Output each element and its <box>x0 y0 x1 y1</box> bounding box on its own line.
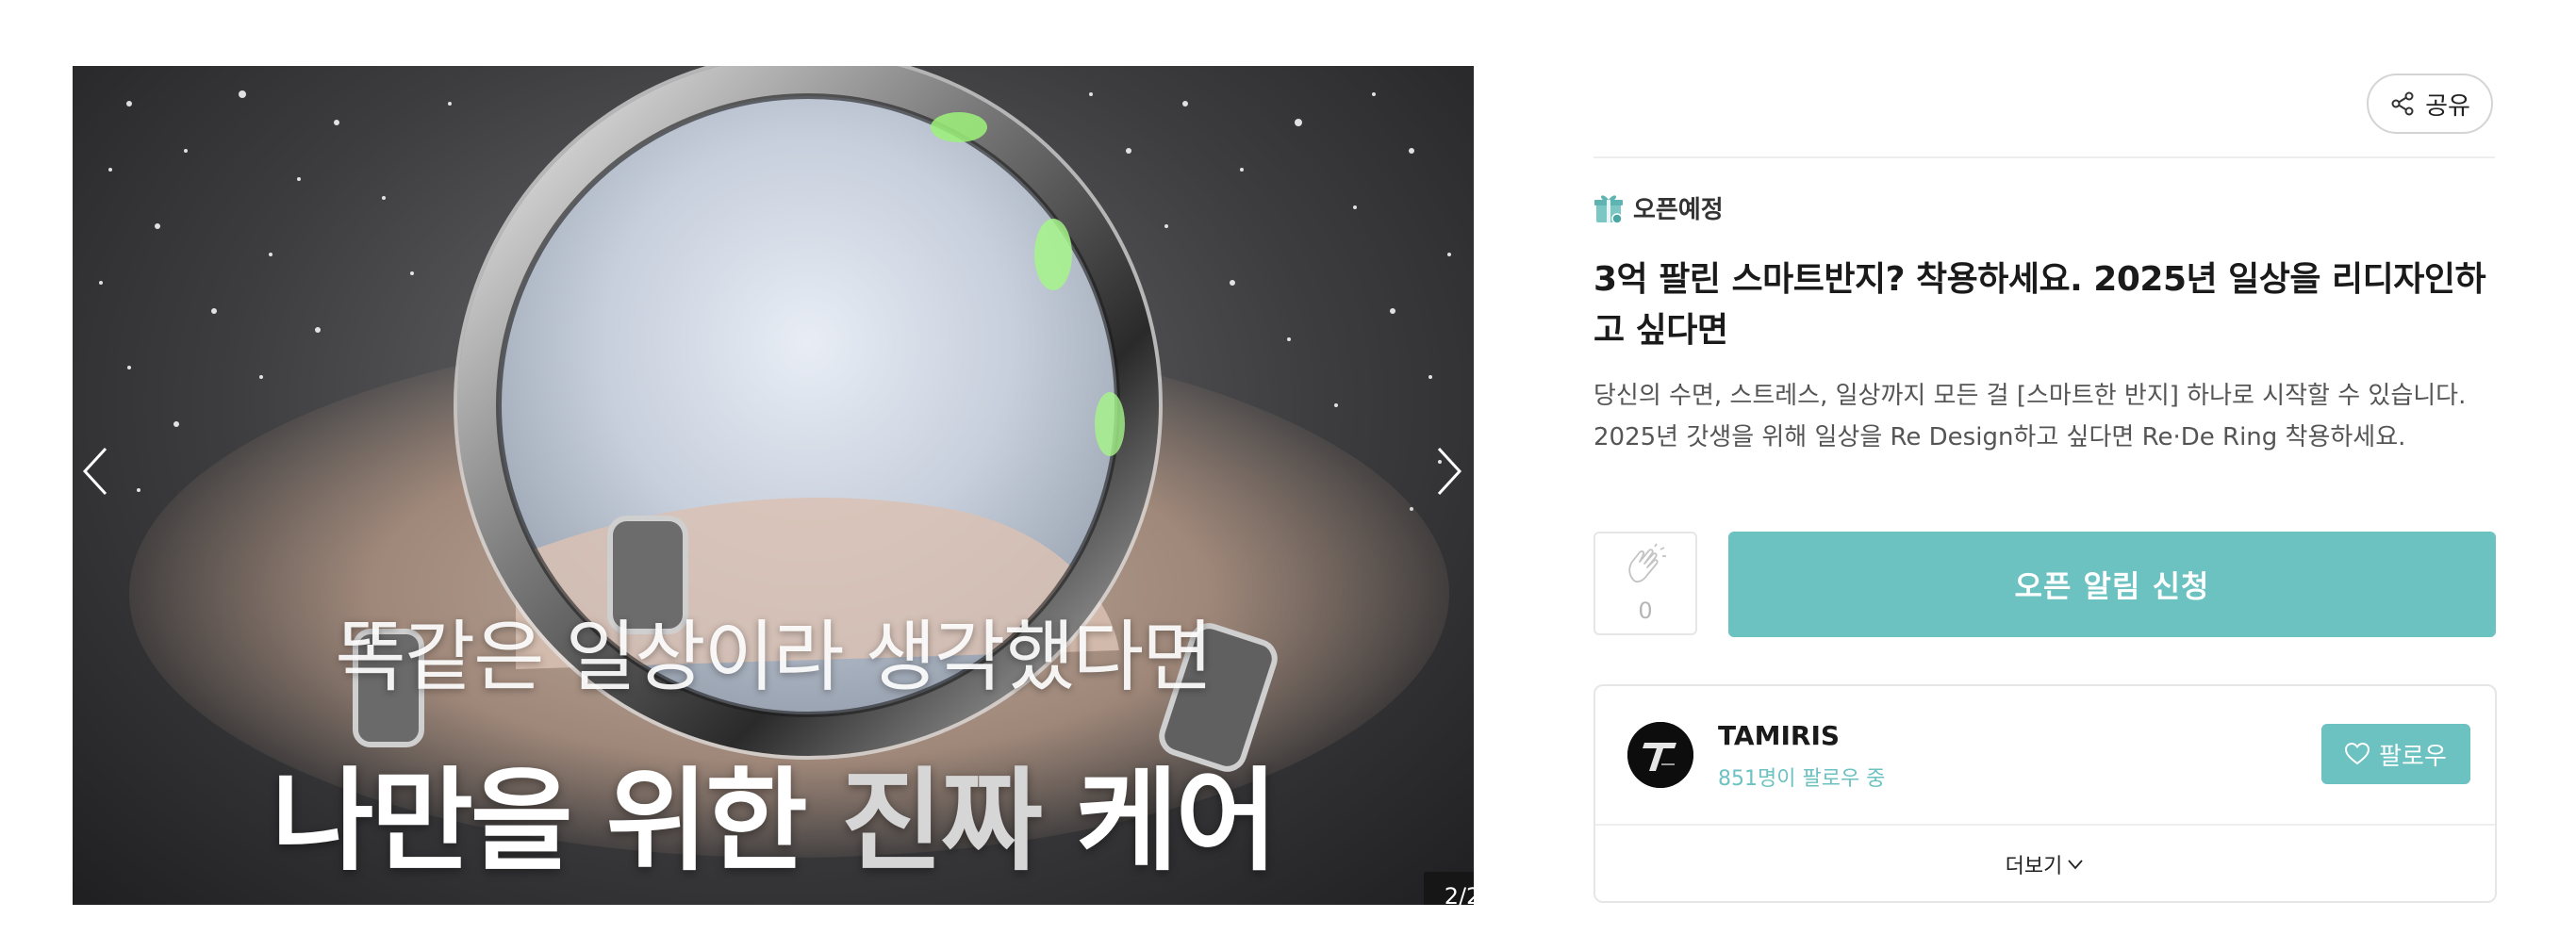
share-icon <box>2391 91 2414 116</box>
next-slide-button[interactable] <box>1429 443 1467 500</box>
caption-line-2-highlight: 진짜 <box>840 756 1043 886</box>
header-divider <box>1593 156 2495 158</box>
creator-logo-icon <box>1627 722 1693 788</box>
heart-icon <box>2345 743 2370 765</box>
creator-avatar[interactable] <box>1627 722 1693 788</box>
product-image-carousel[interactable]: 똑같은 일상이라 생각했다면 나만을 위한 진짜 케어 2/2 <box>73 66 1474 905</box>
follow-label: 팔로우 <box>2379 742 2447 771</box>
follow-button[interactable]: 팔로우 <box>2321 724 2470 784</box>
more-label: 더보기 <box>2005 855 2063 878</box>
status-badge: 오픈예정 <box>1593 190 1724 225</box>
clap-icon <box>1628 543 1666 583</box>
cheer-button[interactable]: 0 <box>1593 532 1697 635</box>
previous-slide-button[interactable] <box>77 443 115 500</box>
caption-line-2-white: 나만을 위한 <box>271 756 841 886</box>
creator-followers: 851명이 팔로우 중 <box>1718 767 1886 791</box>
more-button[interactable]: 더보기 <box>1595 826 2495 903</box>
caption-line-2: 나만을 위한 진짜 케어 <box>73 730 1474 892</box>
description-line-2: 2025년 갓생을 위해 일상을 Re Design하고 싶다면 Re·De R… <box>1593 423 2406 451</box>
chevron-left-icon <box>82 447 107 496</box>
caption-line-2-end: 케어 <box>1039 756 1278 886</box>
share-button[interactable]: 공유 <box>2367 74 2493 134</box>
caption-line-1: 똑같은 일상이라 생각했다면 <box>335 613 1213 702</box>
project-description: 당신의 수면, 스트레스, 일상까지 모든 걸 [스마트한 반지] 하나로 시작… <box>1593 375 2499 458</box>
status-label: 오픈예정 <box>1633 196 1724 224</box>
share-label: 공유 <box>2425 91 2470 121</box>
open-notification-button[interactable]: 오픈 알림 신청 <box>1728 532 2496 637</box>
creator-name[interactable]: TAMIRIS <box>1718 720 1840 751</box>
chevron-right-icon <box>1437 447 1462 496</box>
creator-card: TAMIRIS 851명이 팔로우 중 팔로우 더보기 <box>1593 684 2497 903</box>
gift-icon <box>1594 194 1623 224</box>
description-line-1: 당신의 수면, 스트레스, 일상까지 모든 걸 [스마트한 반지] 하나로 시작… <box>1593 382 2467 410</box>
project-title: 3억 팔린 스마트반지? 착용하세요. 2025년 일상을 리디자인하고 싶다면 <box>1593 260 2486 350</box>
cheer-count: 0 <box>1638 598 1653 624</box>
chevron-down-icon <box>2068 860 2084 870</box>
slide-counter: 2/2 <box>1424 872 1474 905</box>
